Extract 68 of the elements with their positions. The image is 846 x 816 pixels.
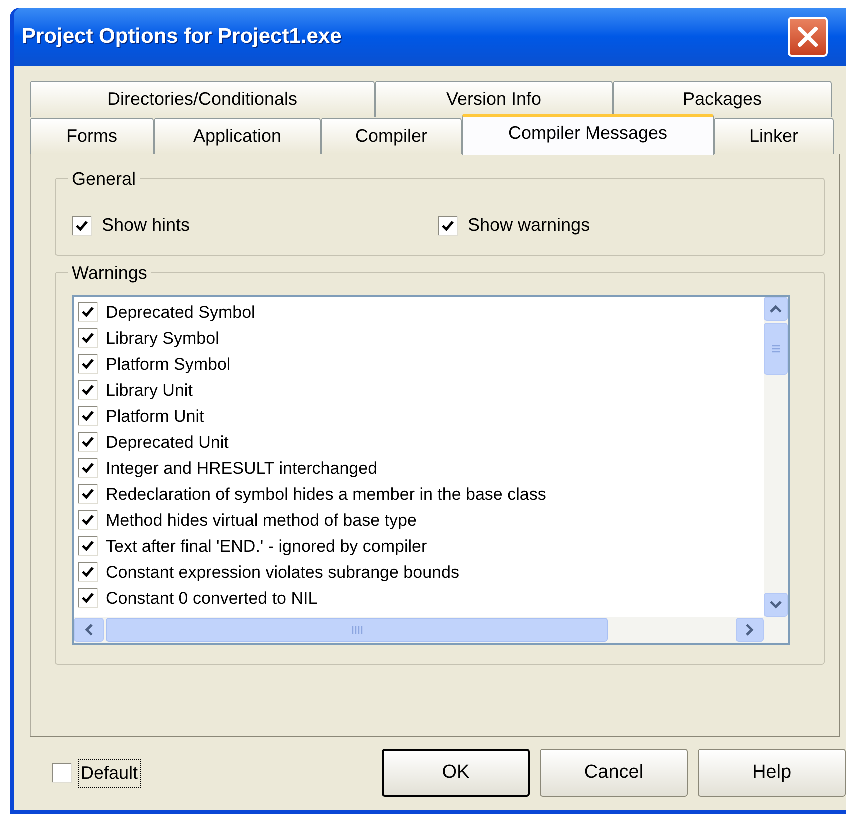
list-item-label: Platform Symbol: [106, 356, 231, 372]
tab[interactable]: Version Info: [375, 81, 613, 117]
check-icon: [81, 539, 95, 553]
checkbox[interactable]: [78, 406, 98, 426]
tab[interactable]: Packages: [613, 81, 832, 117]
dialog-button[interactable]: OK: [382, 749, 530, 797]
checkbox[interactable]: [78, 510, 98, 530]
checkbox[interactable]: [78, 302, 98, 322]
window-title: Project Options for Project1.exe: [22, 24, 342, 50]
grip-icon: [771, 344, 781, 354]
list-item-label: Text after final 'END.' - ignored by compiler: [106, 538, 428, 554]
check-icon: [81, 591, 95, 605]
list-item-label: Deprecated Symbol: [106, 304, 256, 320]
checkbox[interactable]: [438, 216, 458, 236]
check-icon: [81, 305, 95, 319]
checkbox[interactable]: [78, 328, 98, 348]
grip-icon: [351, 625, 363, 635]
close-button[interactable]: [788, 17, 828, 57]
scroll-thumb[interactable]: [764, 323, 788, 375]
tab[interactable]: Directories/Conditionals: [30, 81, 375, 117]
check-icon: [81, 513, 95, 527]
dialog-button[interactable]: Cancel: [540, 749, 688, 797]
checkbox-label: Show warnings: [468, 214, 590, 237]
check-icon: [81, 487, 95, 501]
tab[interactable]: Forms: [30, 118, 154, 154]
check-icon: [441, 218, 455, 232]
checkbox[interactable]: [78, 588, 98, 608]
list-item-label: Deprecated Unit: [106, 434, 229, 450]
checkbox[interactable]: [52, 763, 72, 783]
checkbox[interactable]: [78, 432, 98, 452]
tab[interactable]: Application: [154, 118, 321, 154]
tab[interactable]: Compiler Messages: [462, 114, 714, 155]
dialog-button[interactable]: Help: [698, 749, 846, 797]
checkbox-label: Default: [78, 758, 142, 788]
check-icon: [81, 565, 95, 579]
tab[interactable]: Linker: [714, 118, 834, 154]
check-icon: [75, 218, 89, 232]
horizontal-scrollbar[interactable]: [74, 617, 788, 643]
list-item-label: Integer and HRESULT interchanged: [106, 460, 378, 476]
scroll-right-button[interactable]: [736, 618, 764, 642]
checkbox[interactable]: [78, 380, 98, 400]
check-icon: [81, 409, 95, 423]
check-icon: [81, 461, 95, 475]
list-item-label: Platform Unit: [106, 408, 204, 424]
scroll-left-button[interactable]: [74, 618, 104, 642]
list-item-label: Constant expression violates subrange bounds: [106, 564, 460, 580]
list-item-label: Library Symbol: [106, 330, 220, 346]
check-icon: [81, 357, 95, 371]
checkbox[interactable]: [78, 458, 98, 478]
checkbox[interactable]: [78, 562, 98, 582]
list-item-label: Method hides virtual method of base type: [106, 512, 417, 528]
checkbox[interactable]: [78, 484, 98, 504]
list-item-label: Redeclaration of symbol hides a member in the base class: [106, 486, 546, 502]
checkbox[interactable]: [72, 216, 92, 236]
checkbox-label: Show hints: [102, 214, 190, 237]
check-icon: [81, 383, 95, 397]
checkbox[interactable]: [78, 536, 98, 556]
list-item-label: Library Unit: [106, 382, 193, 398]
checkbox[interactable]: [78, 354, 98, 374]
close-icon: [796, 25, 820, 49]
check-icon: [81, 435, 95, 449]
scroll-down-button[interactable]: [764, 593, 788, 617]
scroll-up-button[interactable]: [764, 297, 788, 321]
scroll-thumb[interactable]: [106, 618, 608, 642]
tab[interactable]: Compiler: [321, 118, 462, 154]
list-item-label: Constant 0 converted to NIL: [106, 590, 318, 606]
check-icon: [81, 331, 95, 345]
vertical-scrollbar[interactable]: [764, 297, 788, 617]
